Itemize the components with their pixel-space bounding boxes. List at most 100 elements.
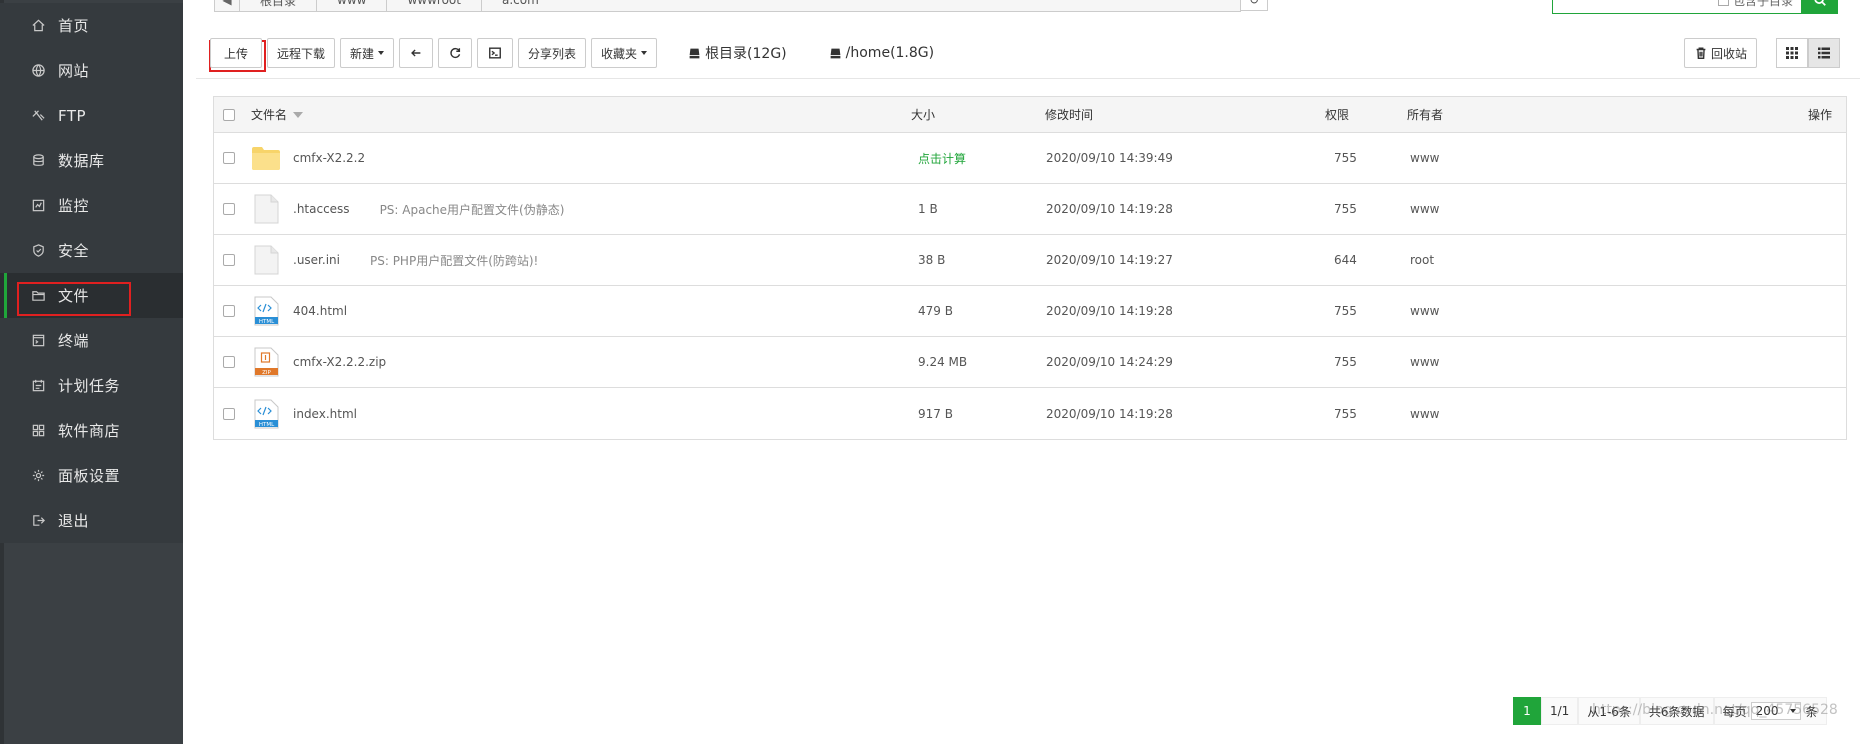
- home-icon: [30, 18, 46, 34]
- row-checkbox[interactable]: [223, 305, 235, 317]
- header-op: 操作: [1807, 108, 1832, 122]
- grid-view-button[interactable]: [1776, 38, 1808, 68]
- favorites-dropdown-button[interactable]: 收藏夹: [591, 38, 658, 68]
- file-owner[interactable]: root: [1410, 253, 1434, 267]
- file-name-cell[interactable]: HTML 404.html: [251, 296, 347, 326]
- recycle-bin-button[interactable]: 回收站: [1684, 38, 1758, 68]
- row-checkbox[interactable]: [223, 203, 235, 215]
- table-row[interactable]: HTML 404.html 479 B 2020/09/10 14:19:28 …: [214, 286, 1846, 337]
- file-mtime: 2020/09/10 14:39:49: [1046, 151, 1173, 165]
- sidebar-item-security[interactable]: 安全: [0, 228, 183, 273]
- disk-root-button[interactable]: 根目录(12G): [688, 43, 787, 63]
- caret-down-icon: [378, 51, 385, 55]
- row-checkbox[interactable]: [223, 407, 235, 420]
- disk-home-button[interactable]: /home(1.8G): [829, 45, 934, 61]
- header-name[interactable]: 文件名: [251, 106, 304, 123]
- sidebar-item-terminal[interactable]: 终端: [0, 318, 183, 363]
- header-owner: 所有者: [1407, 108, 1444, 122]
- file-mtime: 2020/09/10 14:19:28: [1046, 406, 1173, 421]
- calendar-icon: [30, 378, 46, 394]
- file-owner[interactable]: www: [1410, 151, 1439, 165]
- share-list-button[interactable]: 分享列表: [518, 38, 587, 68]
- path-bar[interactable]: ◀ 根目录 www wwwroot a.com ↻: [214, 0, 1268, 12]
- sidebar-item-monitor[interactable]: 监控: [0, 183, 183, 228]
- sidebar-item-logout[interactable]: 退出: [0, 498, 183, 543]
- trash-icon: [1696, 47, 1706, 59]
- file-name-cell[interactable]: ZIP cmfx-X2.2.2.zip: [251, 347, 386, 377]
- upload-button[interactable]: 上传: [210, 38, 262, 68]
- terminal-icon: [30, 333, 46, 349]
- caret-down-icon: [1790, 709, 1797, 713]
- sidebar-menu: 首页 网站 FTP 数据库 监控 安全 文件 终端 计划任务 软件商店 面板设置…: [0, 3, 183, 543]
- file-perm[interactable]: 755: [1334, 355, 1357, 369]
- file-perm[interactable]: 644: [1334, 253, 1357, 267]
- per-page-value: 200: [1755, 704, 1779, 718]
- sidebar: 首页 网站 FTP 数据库 监控 安全 文件 终端 计划任务 软件商店 面板设置…: [0, 0, 183, 744]
- file-name[interactable]: cmfx-X2.2.2.zip: [293, 355, 386, 369]
- file-name[interactable]: cmfx-X2.2.2: [293, 151, 365, 165]
- row-checkbox[interactable]: [223, 356, 235, 368]
- path-refresh-icon[interactable]: ↻: [1240, 0, 1268, 11]
- file-perm[interactable]: 755: [1334, 202, 1357, 216]
- file-mtime: 2020/09/10 14:24:29: [1046, 355, 1173, 369]
- sidebar-item-database[interactable]: 数据库: [0, 138, 183, 183]
- calc-size-link[interactable]: 点击计算: [918, 150, 966, 167]
- svg-text:ZIP: ZIP: [262, 370, 271, 376]
- sidebar-item-home[interactable]: 首页: [0, 3, 183, 48]
- file-name[interactable]: 404.html: [293, 304, 347, 318]
- pagination: 1 1/1 从1-6条 共6条数据 每页 200 条: [1513, 697, 1827, 725]
- arrow-left-icon: [411, 49, 421, 57]
- header-size[interactable]: 大小: [911, 106, 935, 123]
- file-perm[interactable]: 755: [1334, 151, 1357, 165]
- table-row[interactable]: HTML index.html 917 B 2020/09/10 14:19:2…: [214, 388, 1846, 439]
- select-all-checkbox[interactable]: [223, 108, 235, 121]
- file-name-cell[interactable]: cmfx-X2.2.2: [251, 143, 365, 173]
- remote-download-button[interactable]: 远程下载: [267, 38, 336, 68]
- file-name-cell[interactable]: .user.ini PS: PHP用户配置文件(防跨站)!: [251, 245, 538, 275]
- file-remark: PS: PHP用户配置文件(防跨站)!: [369, 253, 539, 268]
- terminal-button[interactable]: [477, 38, 514, 68]
- table-row[interactable]: .user.ini PS: PHP用户配置文件(防跨站)! 38 B 2020/…: [214, 235, 1846, 286]
- table-row[interactable]: ZIP cmfx-X2.2.2.zip 9.24 MB 2020/09/10 1…: [214, 337, 1846, 388]
- file-perm[interactable]: 755: [1334, 407, 1357, 421]
- breadcrumb-item[interactable]: 根目录: [239, 0, 316, 11]
- sidebar-item-settings[interactable]: 面板设置: [0, 453, 183, 498]
- file-owner[interactable]: www: [1410, 407, 1439, 421]
- file-owner[interactable]: www: [1410, 304, 1439, 318]
- sidebar-item-ftp[interactable]: FTP: [0, 93, 183, 138]
- per-page-select[interactable]: 200: [1750, 702, 1802, 720]
- file-name-cell[interactable]: .htaccess PS: Apache用户配置文件(伪静态): [251, 194, 564, 224]
- list-view-button[interactable]: [1808, 38, 1840, 68]
- page-current[interactable]: 1: [1513, 697, 1541, 725]
- search-input[interactable]: 包含子目录: [1552, 0, 1802, 14]
- path-back-icon[interactable]: ◀: [215, 0, 239, 7]
- file-name[interactable]: index.html: [293, 407, 357, 421]
- sidebar-item-label: 首页: [58, 17, 90, 35]
- breadcrumb-item[interactable]: www: [316, 0, 386, 11]
- sidebar-item-files[interactable]: 文件: [0, 273, 183, 318]
- row-checkbox[interactable]: [223, 254, 235, 266]
- sidebar-item-appstore[interactable]: 软件商店: [0, 408, 183, 453]
- refresh-button[interactable]: [438, 38, 473, 68]
- file-name[interactable]: .htaccess: [293, 202, 350, 216]
- table-row[interactable]: .htaccess PS: Apache用户配置文件(伪静态) 1 B 2020…: [214, 184, 1846, 235]
- search-button[interactable]: [1802, 0, 1838, 14]
- new-dropdown-button[interactable]: 新建: [340, 38, 395, 68]
- breadcrumb-item[interactable]: wwwroot: [386, 0, 481, 11]
- table-row[interactable]: cmfx-X2.2.2 点击计算 2020/09/10 14:39:49 755…: [214, 133, 1846, 184]
- include-subdir-checkbox[interactable]: [1717, 0, 1729, 6]
- refresh-icon: [450, 47, 461, 59]
- breadcrumb-item[interactable]: a.com: [480, 0, 559, 11]
- file-owner[interactable]: www: [1410, 355, 1439, 369]
- file-name-cell[interactable]: HTML index.html: [251, 399, 357, 429]
- sidebar-item-website[interactable]: 网站: [0, 48, 183, 93]
- file-size: 9.24 MB: [918, 355, 968, 369]
- header-mtime[interactable]: 修改时间: [1045, 106, 1093, 123]
- row-checkbox[interactable]: [223, 152, 235, 164]
- sidebar-item-cron[interactable]: 计划任务: [0, 363, 183, 408]
- file-mtime: 2020/09/10 14:19:28: [1046, 202, 1173, 216]
- back-button[interactable]: [399, 38, 434, 68]
- file-owner[interactable]: www: [1410, 202, 1439, 216]
- file-perm[interactable]: 755: [1334, 304, 1357, 318]
- file-name[interactable]: .user.ini: [293, 253, 340, 267]
